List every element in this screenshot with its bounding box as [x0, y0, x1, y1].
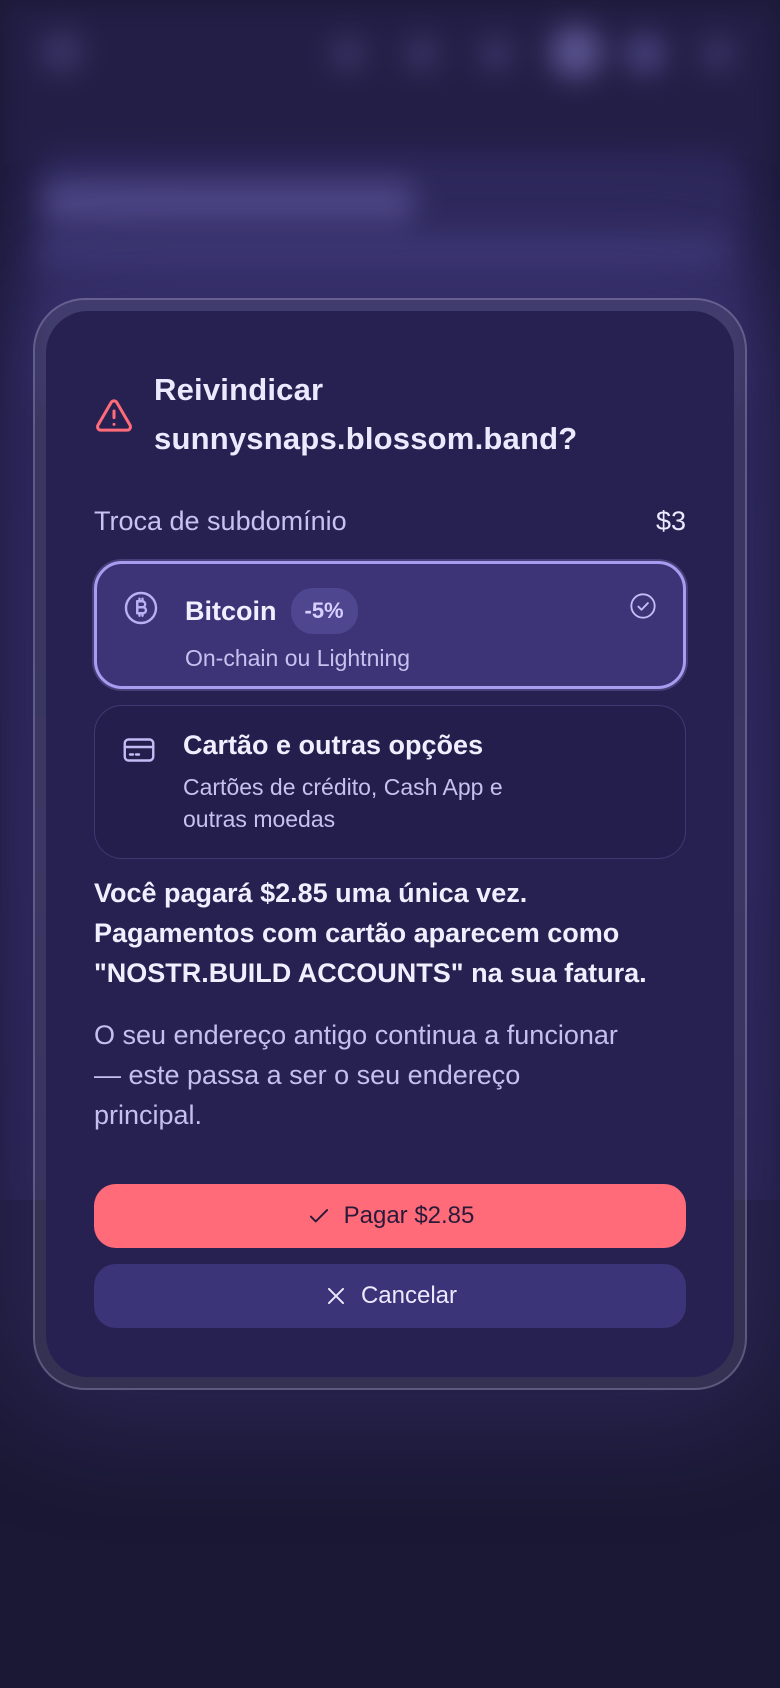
credit-card-icon: [123, 738, 155, 762]
address-note: O seu endereço antigo continua a funcion…: [94, 1015, 686, 1135]
address-note-line: principal.: [94, 1100, 203, 1130]
dialog-header: Reivindicar sunnysnaps.blossom.band?: [94, 365, 686, 463]
discount-badge: -5%: [290, 588, 358, 634]
background-nav-icon: [478, 36, 514, 72]
option-title: Bitcoin: [185, 595, 277, 626]
bitcoin-icon: [124, 591, 158, 625]
price-row: Troca de subdomínio $3: [94, 506, 686, 537]
payment-option-card[interactable]: Cartão e outras opções Cartões de crédit…: [94, 705, 686, 859]
option-subtitle-line: outras moedas: [183, 806, 336, 832]
payment-note-line: Você pagará $2.85 uma única vez.: [94, 878, 528, 908]
option-subtitle: On-chain ou Lightning: [185, 645, 411, 671]
payment-note: Você pagará $2.85 uma única vez. Pagamen…: [94, 873, 686, 993]
option-subtitle: Cartões de crédito, Cash App e outras mo…: [183, 771, 659, 835]
background-nav-icon: [330, 36, 366, 72]
dialog-title: Reivindicar sunnysnaps.blossom.band?: [154, 365, 577, 463]
option-title-row: Bitcoin -5%: [185, 588, 629, 634]
background-nav-icon: [625, 34, 665, 74]
payment-note-line: "NOSTR.BUILD ACCOUNTS" na sua fatura.: [94, 958, 647, 988]
background-nav-icon: [404, 36, 440, 72]
background-menu-icon: [40, 30, 84, 74]
background-title: [44, 182, 414, 222]
warning-icon: [96, 399, 132, 432]
payment-note-line: Pagamentos com cartão aparecem como: [94, 918, 620, 948]
option-body: Cartão e outras opções Cartões de crédit…: [183, 730, 659, 834]
close-icon: [327, 1287, 344, 1305]
pay-button-label: Pagar $2.85: [343, 1202, 475, 1229]
background-text: [36, 238, 726, 264]
price-value: $3: [655, 506, 686, 536]
check-circle-icon: [630, 593, 656, 619]
price-label: Troca de subdomínio: [94, 506, 347, 536]
check-icon: [309, 1209, 328, 1223]
payment-option-bitcoin[interactable]: Bitcoin -5% On-chain ou Lightning: [94, 561, 686, 689]
background-nav: [0, 26, 780, 80]
cancel-button[interactable]: Cancelar: [94, 1264, 686, 1328]
option-body: Bitcoin -5% On-chain ou Lightning: [185, 588, 629, 671]
address-note-line: O seu endereço antigo continua a funcion…: [94, 1020, 618, 1050]
pay-button[interactable]: Pagar $2.85: [94, 1184, 686, 1248]
address-note-line: — este passa a ser o seu endereço: [94, 1060, 521, 1090]
option-subtitle-line: Cartões de crédito, Cash App e: [183, 774, 503, 800]
dialog-title-line: sunnysnaps.blossom.band?: [154, 421, 578, 456]
option-title: Cartão e outras opções: [183, 730, 484, 760]
dialog-title-line: Reivindicar: [154, 372, 324, 407]
background-nav-icon: [700, 36, 736, 72]
background-avatar: [550, 26, 602, 78]
claim-dialog: Reivindicar sunnysnaps.blossom.band? Tro…: [46, 311, 734, 1377]
cancel-button-label: Cancelar: [360, 1282, 458, 1309]
